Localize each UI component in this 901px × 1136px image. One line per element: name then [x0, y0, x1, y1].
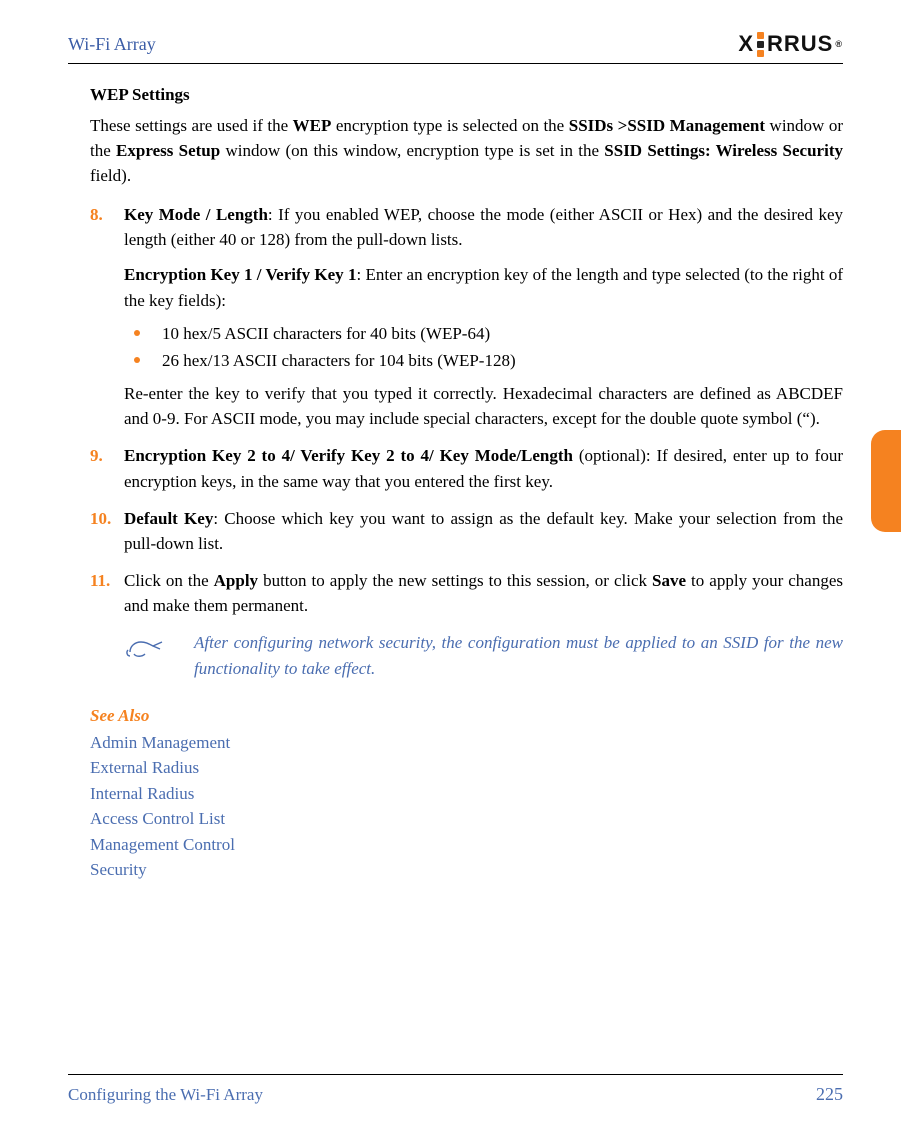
text-bold: Save [652, 571, 686, 590]
note-text: After configuring network security, the … [194, 630, 843, 680]
item-body: Click on the Apply button to apply the n… [124, 568, 843, 618]
see-also-links: Admin Management External Radius Interna… [90, 730, 843, 883]
note-callout: After configuring network security, the … [124, 630, 843, 680]
text: 10 hex/5 ASCII characters for 40 bits (W… [162, 321, 490, 346]
header-rule [68, 63, 843, 64]
numbered-list: 8. Key Mode / Length: If you enabled WEP… [90, 202, 843, 618]
page-footer: Configuring the Wi-Fi Array 225 [68, 1074, 843, 1108]
text-bold: Express Setup [116, 141, 220, 160]
text-bold: SSIDs >SSID Management [569, 116, 765, 135]
text: : Choose which key you want to assign as… [124, 509, 843, 553]
text-bold: WEP [293, 116, 332, 135]
item-body: Encryption Key 2 to 4/ Verify Key 2 to 4… [124, 443, 843, 493]
page-number: 225 [816, 1081, 843, 1108]
text-bold: SSID Settings: Wireless Security [604, 141, 843, 160]
section-heading: WEP Settings [90, 82, 843, 107]
link-security[interactable]: Security [90, 857, 843, 883]
text: These settings are used if the [90, 116, 293, 135]
section-tab [871, 430, 901, 532]
bullet-list: 10 hex/5 ASCII characters for 40 bits (W… [124, 321, 843, 373]
item-number: 10. [90, 506, 124, 556]
doc-title: Wi-Fi Array [68, 31, 156, 58]
text-bold: Apply [214, 571, 258, 590]
link-external-radius[interactable]: External Radius [90, 755, 843, 781]
link-management-control[interactable]: Management Control [90, 832, 843, 858]
list-item-10: 10. Default Key: Choose which key you wa… [90, 506, 843, 556]
bullet-item: 10 hex/5 ASCII characters for 40 bits (W… [124, 321, 843, 346]
link-internal-radius[interactable]: Internal Radius [90, 781, 843, 807]
note-hand-icon [124, 632, 168, 669]
bullet-item: 26 hex/13 ASCII characters for 104 bits … [124, 348, 843, 373]
text: Re-enter the key to verify that you type… [124, 381, 843, 431]
logo-text-pre: X [738, 28, 754, 61]
page-header: Wi-Fi Array X RRUS® [68, 28, 843, 61]
text-bold: Default Key [124, 509, 213, 528]
list-item-9: 9. Encryption Key 2 to 4/ Verify Key 2 t… [90, 443, 843, 493]
text: window (on this window, encryption type … [220, 141, 604, 160]
bullet-icon [134, 330, 140, 336]
intro-paragraph: These settings are used if the WEP encry… [90, 113, 843, 188]
text-bold: Key Mode / Length [124, 205, 268, 224]
link-access-control-list[interactable]: Access Control List [90, 806, 843, 832]
text: button to apply the new settings to this… [258, 571, 652, 590]
logo-dots-icon [757, 32, 764, 57]
see-also-heading: See Also [90, 703, 843, 728]
footer-rule [68, 1074, 843, 1075]
item-number: 8. [90, 202, 124, 431]
item-number: 9. [90, 443, 124, 493]
registered-icon: ® [835, 38, 843, 51]
item-body: Default Key: Choose which key you want t… [124, 506, 843, 556]
logo-text-post: RRUS [767, 28, 833, 61]
text: 26 hex/13 ASCII characters for 104 bits … [162, 348, 516, 373]
bullet-icon [134, 357, 140, 363]
list-item-8: 8. Key Mode / Length: If you enabled WEP… [90, 202, 843, 431]
text-bold: Encryption Key 1 / Verify Key 1 [124, 265, 356, 284]
text: encryption type is selected on the [331, 116, 568, 135]
item-number: 11. [90, 568, 124, 618]
link-admin-management[interactable]: Admin Management [90, 730, 843, 756]
page-content: WEP Settings These settings are used if … [68, 82, 843, 883]
brand-logo: X RRUS® [738, 28, 843, 61]
text-bold: Encryption Key 2 to 4/ Verify Key 2 to 4… [124, 446, 573, 465]
list-item-11: 11. Click on the Apply button to apply t… [90, 568, 843, 618]
footer-section-title: Configuring the Wi-Fi Array [68, 1082, 263, 1107]
item-body: Key Mode / Length: If you enabled WEP, c… [124, 202, 843, 431]
text: Click on the [124, 571, 214, 590]
text: field). [90, 166, 131, 185]
